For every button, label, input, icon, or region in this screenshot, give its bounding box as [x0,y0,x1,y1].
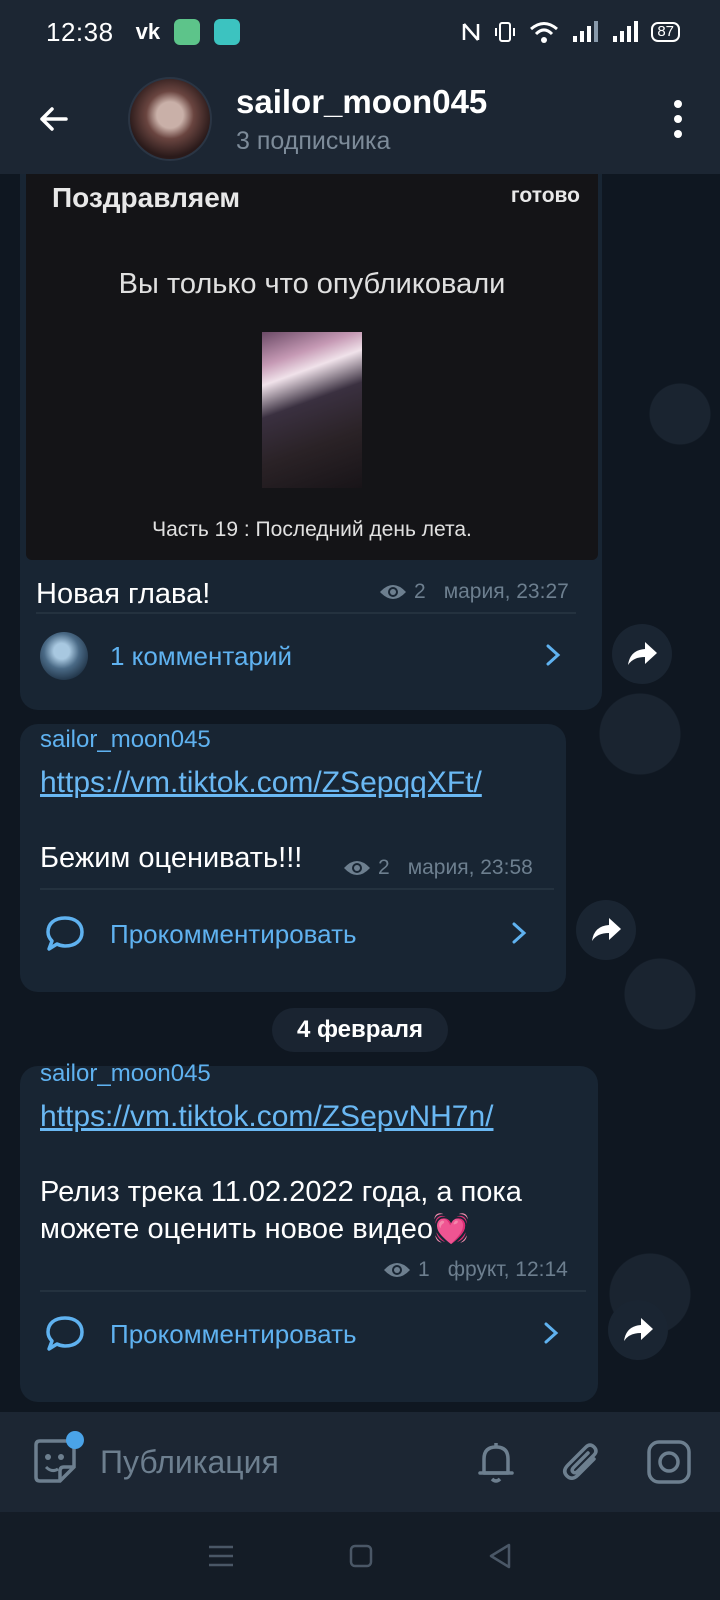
message-meta: 2 мария, 23:27 [378,580,569,604]
chevron-right-icon [512,922,527,944]
bell-icon[interactable] [474,1439,518,1485]
more-dot-icon [674,130,682,138]
divider [36,612,576,614]
message-text: Бежим оценивать!!! [40,842,303,874]
more-dot-icon [674,115,682,123]
more-dot-icon [674,100,682,108]
channel-avatar[interactable] [128,77,212,161]
status-bar: 12:38 vk 87 [0,0,720,64]
status-time: 12:38 [46,16,114,47]
tiktok-link[interactable]: https://vm.tiktok.com/ZSepqqXFt/ [40,766,482,800]
back-button[interactable] [26,91,82,147]
message-date: мария, 23:58 [407,856,533,879]
view-count: 2 [414,580,426,603]
chat-bubble-icon [46,1316,84,1351]
menu-icon[interactable] [207,1544,235,1568]
camera-icon[interactable] [646,1439,692,1485]
embed-caption: Часть 19 : Последний день лета. [152,518,472,541]
comments-count: 1 комментарий [110,640,292,671]
nfc-icon [463,23,480,41]
message-text: Новая глава! [36,578,211,610]
message-text-line2: можете оценить новое видео💓 [40,1213,470,1245]
subscriber-count: 3 подписчика [236,126,391,155]
embed-thumbnail [262,332,362,488]
embed-done-label: готово [510,184,580,207]
date-separator: 4 февраля [272,1008,448,1052]
chevron-right-icon [544,1322,559,1344]
share-button[interactable] [612,624,672,684]
channel-info[interactable]: sailor_moon045 3 подписчика [236,83,487,156]
channel-name: sailor_moon045 [236,82,488,120]
tiktok-link[interactable]: https://vm.tiktok.com/ZSepvNH7n/ [40,1100,493,1134]
wifi-icon [530,22,559,43]
view-count: 2 [378,856,390,879]
notification-dot [66,1431,84,1449]
commenter-avatar [40,632,88,680]
embedded-image[interactable]: Поздравляем готово Вы только что опублик… [26,174,598,560]
paperclip-icon[interactable] [560,1439,604,1485]
system-nav-bar [0,1512,720,1600]
post-author: sailor_moon045 [40,726,211,753]
phone-app-icon [174,19,201,45]
post-author: sailor_moon045 [40,1060,211,1087]
chat-header: sailor_moon045 3 подписчика [0,64,720,174]
comment-label: Прокомментировать [110,918,357,949]
comment-row[interactable]: Прокомментировать [44,1310,574,1358]
share-button[interactable] [576,900,636,960]
signal-icon [573,21,599,42]
eye-icon [344,861,370,875]
eye-icon [380,585,406,599]
divider [40,1290,586,1292]
chat-app-icon [214,19,241,45]
more-options-button[interactable] [668,100,688,138]
sticker-button[interactable] [30,1431,84,1487]
divider [40,888,554,890]
view-count: 1 [418,1258,430,1281]
vk-icon: vk [135,19,161,44]
chevron-right-icon [546,644,561,666]
share-arrow-icon [592,918,621,941]
battery-icon: 87 [651,22,680,42]
signal-icon-2 [613,21,639,42]
chat-bubble-icon [46,916,84,951]
message-date: мария, 23:27 [443,580,569,603]
share-arrow-icon [624,1318,653,1341]
message-text-line1: Релиз трека 11.02.2022 года, а пока [40,1176,522,1208]
comment-row[interactable]: Прокомментировать [44,910,544,958]
comments-row[interactable]: 1 комментарий [40,632,580,680]
message-input[interactable]: Публикация [100,1444,279,1481]
share-arrow-icon [628,642,657,665]
message-meta: 1 фрукт, 12:14 [382,1258,568,1282]
embed-title: Поздравляем [52,182,241,213]
arrow-left-icon [40,107,68,131]
comment-label: Прокомментировать [110,1318,357,1349]
share-button[interactable] [608,1300,668,1360]
home-icon[interactable] [348,1543,374,1569]
embed-subtitle: Вы только что опубликовали [118,268,506,300]
eye-icon [384,1263,410,1277]
compose-bar: Публикация [0,1412,720,1512]
vibrate-icon [495,22,516,42]
message-meta: 2 мария, 23:58 [342,856,533,880]
message-date: фрукт, 12:14 [447,1258,568,1281]
back-nav-icon[interactable] [487,1542,513,1570]
